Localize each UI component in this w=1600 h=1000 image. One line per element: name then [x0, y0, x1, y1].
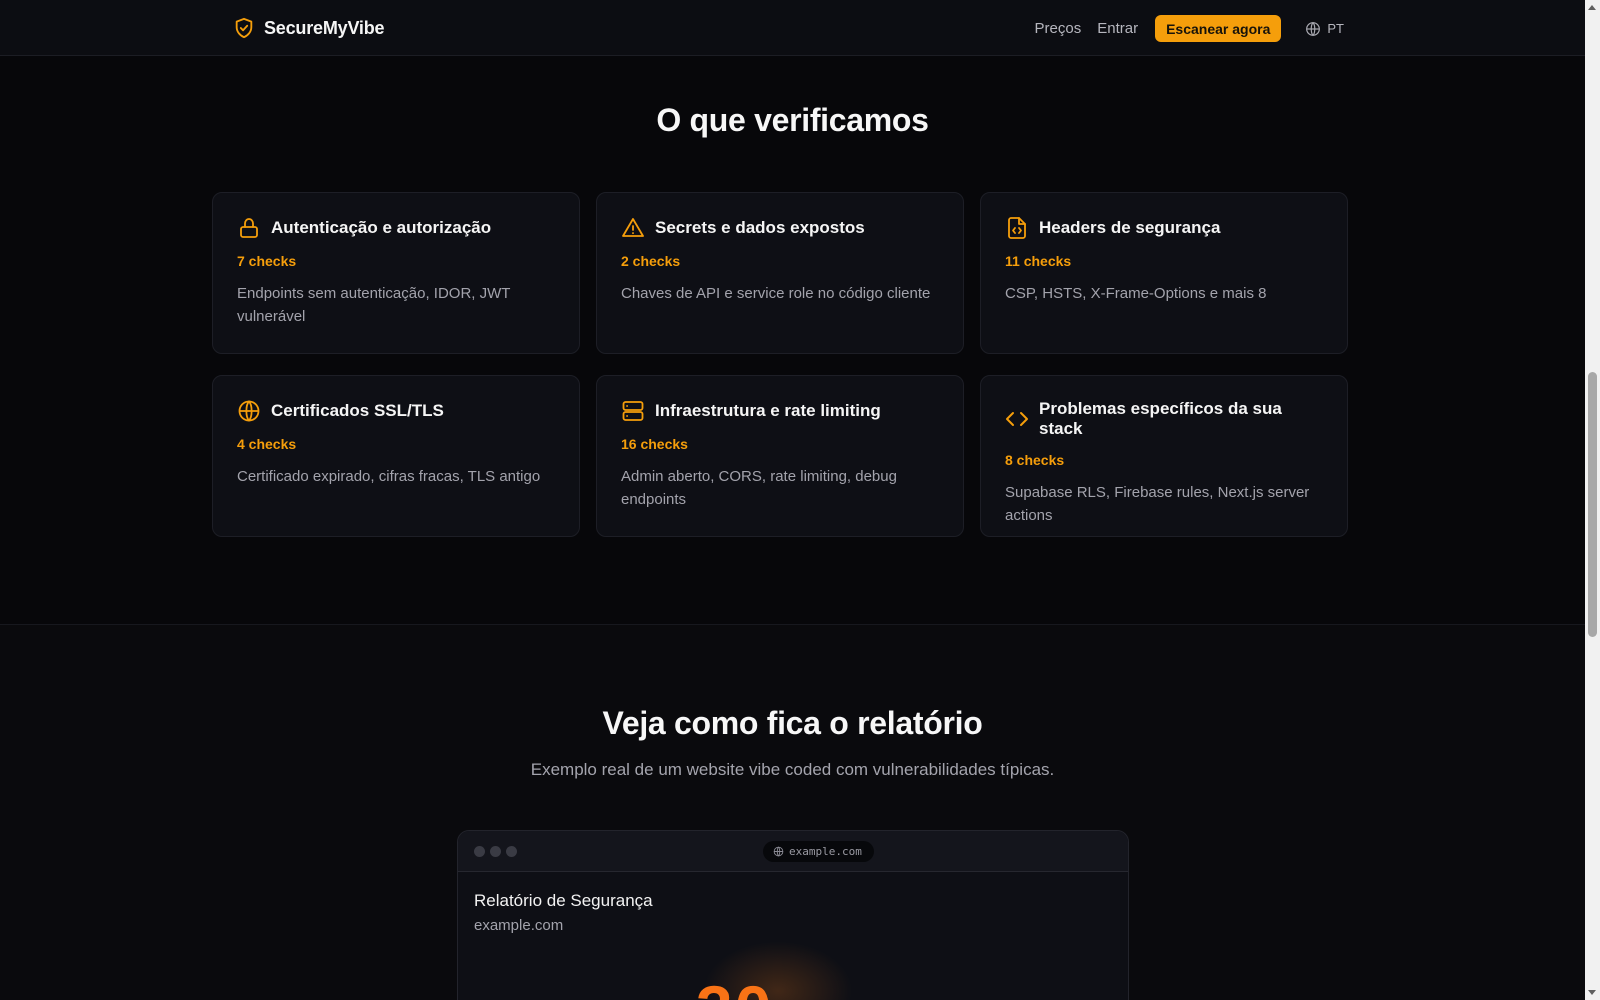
report-section-title: Veja como fica o relatório — [602, 705, 983, 741]
browser-bar: example.com — [458, 831, 1128, 872]
card-description: Endpoints sem autenticação, IDOR, JWT vu… — [237, 285, 511, 325]
brand-name: SecureMyVibe — [264, 17, 385, 38]
code-file-icon — [1008, 217, 1026, 239]
report-title: Relatório de Segurança — [474, 891, 653, 910]
code-brackets-icon — [1006, 412, 1028, 426]
check-card-infra: Infraestrutura e rate limiting 16 checks… — [596, 375, 964, 537]
card-description: Chaves de API e service role no código c… — [621, 285, 931, 302]
check-card-headers: Headers de segurança 11 checks CSP, HSTS… — [980, 192, 1348, 354]
window-dot-icon — [506, 846, 517, 857]
shield-check-icon — [235, 17, 253, 39]
globe-icon — [1306, 21, 1321, 36]
report-section-subtitle: Exemplo real de um website vibe coded co… — [530, 760, 1055, 779]
language-selector[interactable]: PT — [1305, 21, 1344, 37]
nav-link-pricing[interactable]: Preços — [1035, 20, 1082, 37]
card-check-count: 11 checks — [1005, 253, 1072, 269]
card-description: Certificado expirado, cifras fracas, TLS… — [237, 468, 541, 485]
card-title: Certificados SSL/TLS — [271, 401, 444, 420]
scan-now-button[interactable]: Escanear agora — [1155, 15, 1282, 42]
card-title: Autenticação e autorização — [271, 218, 492, 237]
card-title: Infraestrutura e rate limiting — [655, 401, 881, 420]
page-scrollbar[interactable] — [1585, 0, 1600, 1000]
card-title: Headers de segurança — [1039, 218, 1221, 237]
scroll-down-arrow-icon[interactable] — [1588, 990, 1596, 995]
scroll-up-arrow-icon[interactable] — [1588, 5, 1596, 10]
check-card-ssl: Certificados SSL/TLS 4 checks Certificad… — [212, 375, 580, 537]
nav-link-login[interactable]: Entrar — [1097, 20, 1138, 37]
lock-icon — [240, 218, 258, 238]
language-label: PT — [1327, 21, 1344, 36]
globe-icon — [238, 400, 260, 422]
check-card-auth: Autenticação e autorização 7 checks Endp… — [212, 192, 580, 354]
card-description: CSP, HSTS, X-Frame-Options e mais 8 — [1005, 285, 1267, 302]
security-score: 30 — [696, 971, 773, 1000]
nav-actions: Preços Entrar Escanear agora PT — [1035, 15, 1344, 42]
card-check-count: 4 checks — [237, 436, 297, 452]
card-description: Admin aberto, CORS, rate limiting, debug… — [621, 468, 897, 508]
warning-triangle-icon — [622, 218, 644, 237]
scroll-thumb[interactable] — [1588, 372, 1597, 637]
check-card-stack: Problemas específicos da sua stack 8 che… — [980, 375, 1348, 537]
report-domain: example.com — [474, 917, 564, 934]
brand-logo[interactable]: SecureMyVibe — [233, 16, 385, 40]
check-card-secrets: Secrets e dados expostos 2 checks Chaves… — [596, 192, 964, 354]
window-dot-icon — [490, 846, 501, 857]
card-check-count: 7 checks — [237, 253, 297, 269]
card-check-count: 2 checks — [621, 253, 681, 269]
url-text: example.com — [789, 845, 862, 858]
card-title: Problemas específicos da sua stack — [1039, 399, 1282, 438]
card-description: Supabase RLS, Firebase rules, Next.js se… — [1005, 484, 1310, 524]
window-dot-icon — [474, 846, 485, 857]
page: SecureMyVibe Preços Entrar Escanear agor… — [0, 0, 1600, 1000]
card-check-count: 16 checks — [621, 436, 688, 452]
card-check-count: 8 checks — [1005, 452, 1065, 468]
report-preview-window: example.com Relatório de Segurança examp… — [457, 830, 1129, 1000]
card-title: Secrets e dados expostos — [655, 218, 865, 237]
globe-icon — [773, 846, 784, 857]
url-pill: example.com — [763, 841, 874, 862]
checks-section-title: O que verificamos — [656, 102, 929, 138]
server-icon — [622, 401, 644, 421]
top-nav: SecureMyVibe Preços Entrar Escanear agor… — [0, 0, 1585, 56]
